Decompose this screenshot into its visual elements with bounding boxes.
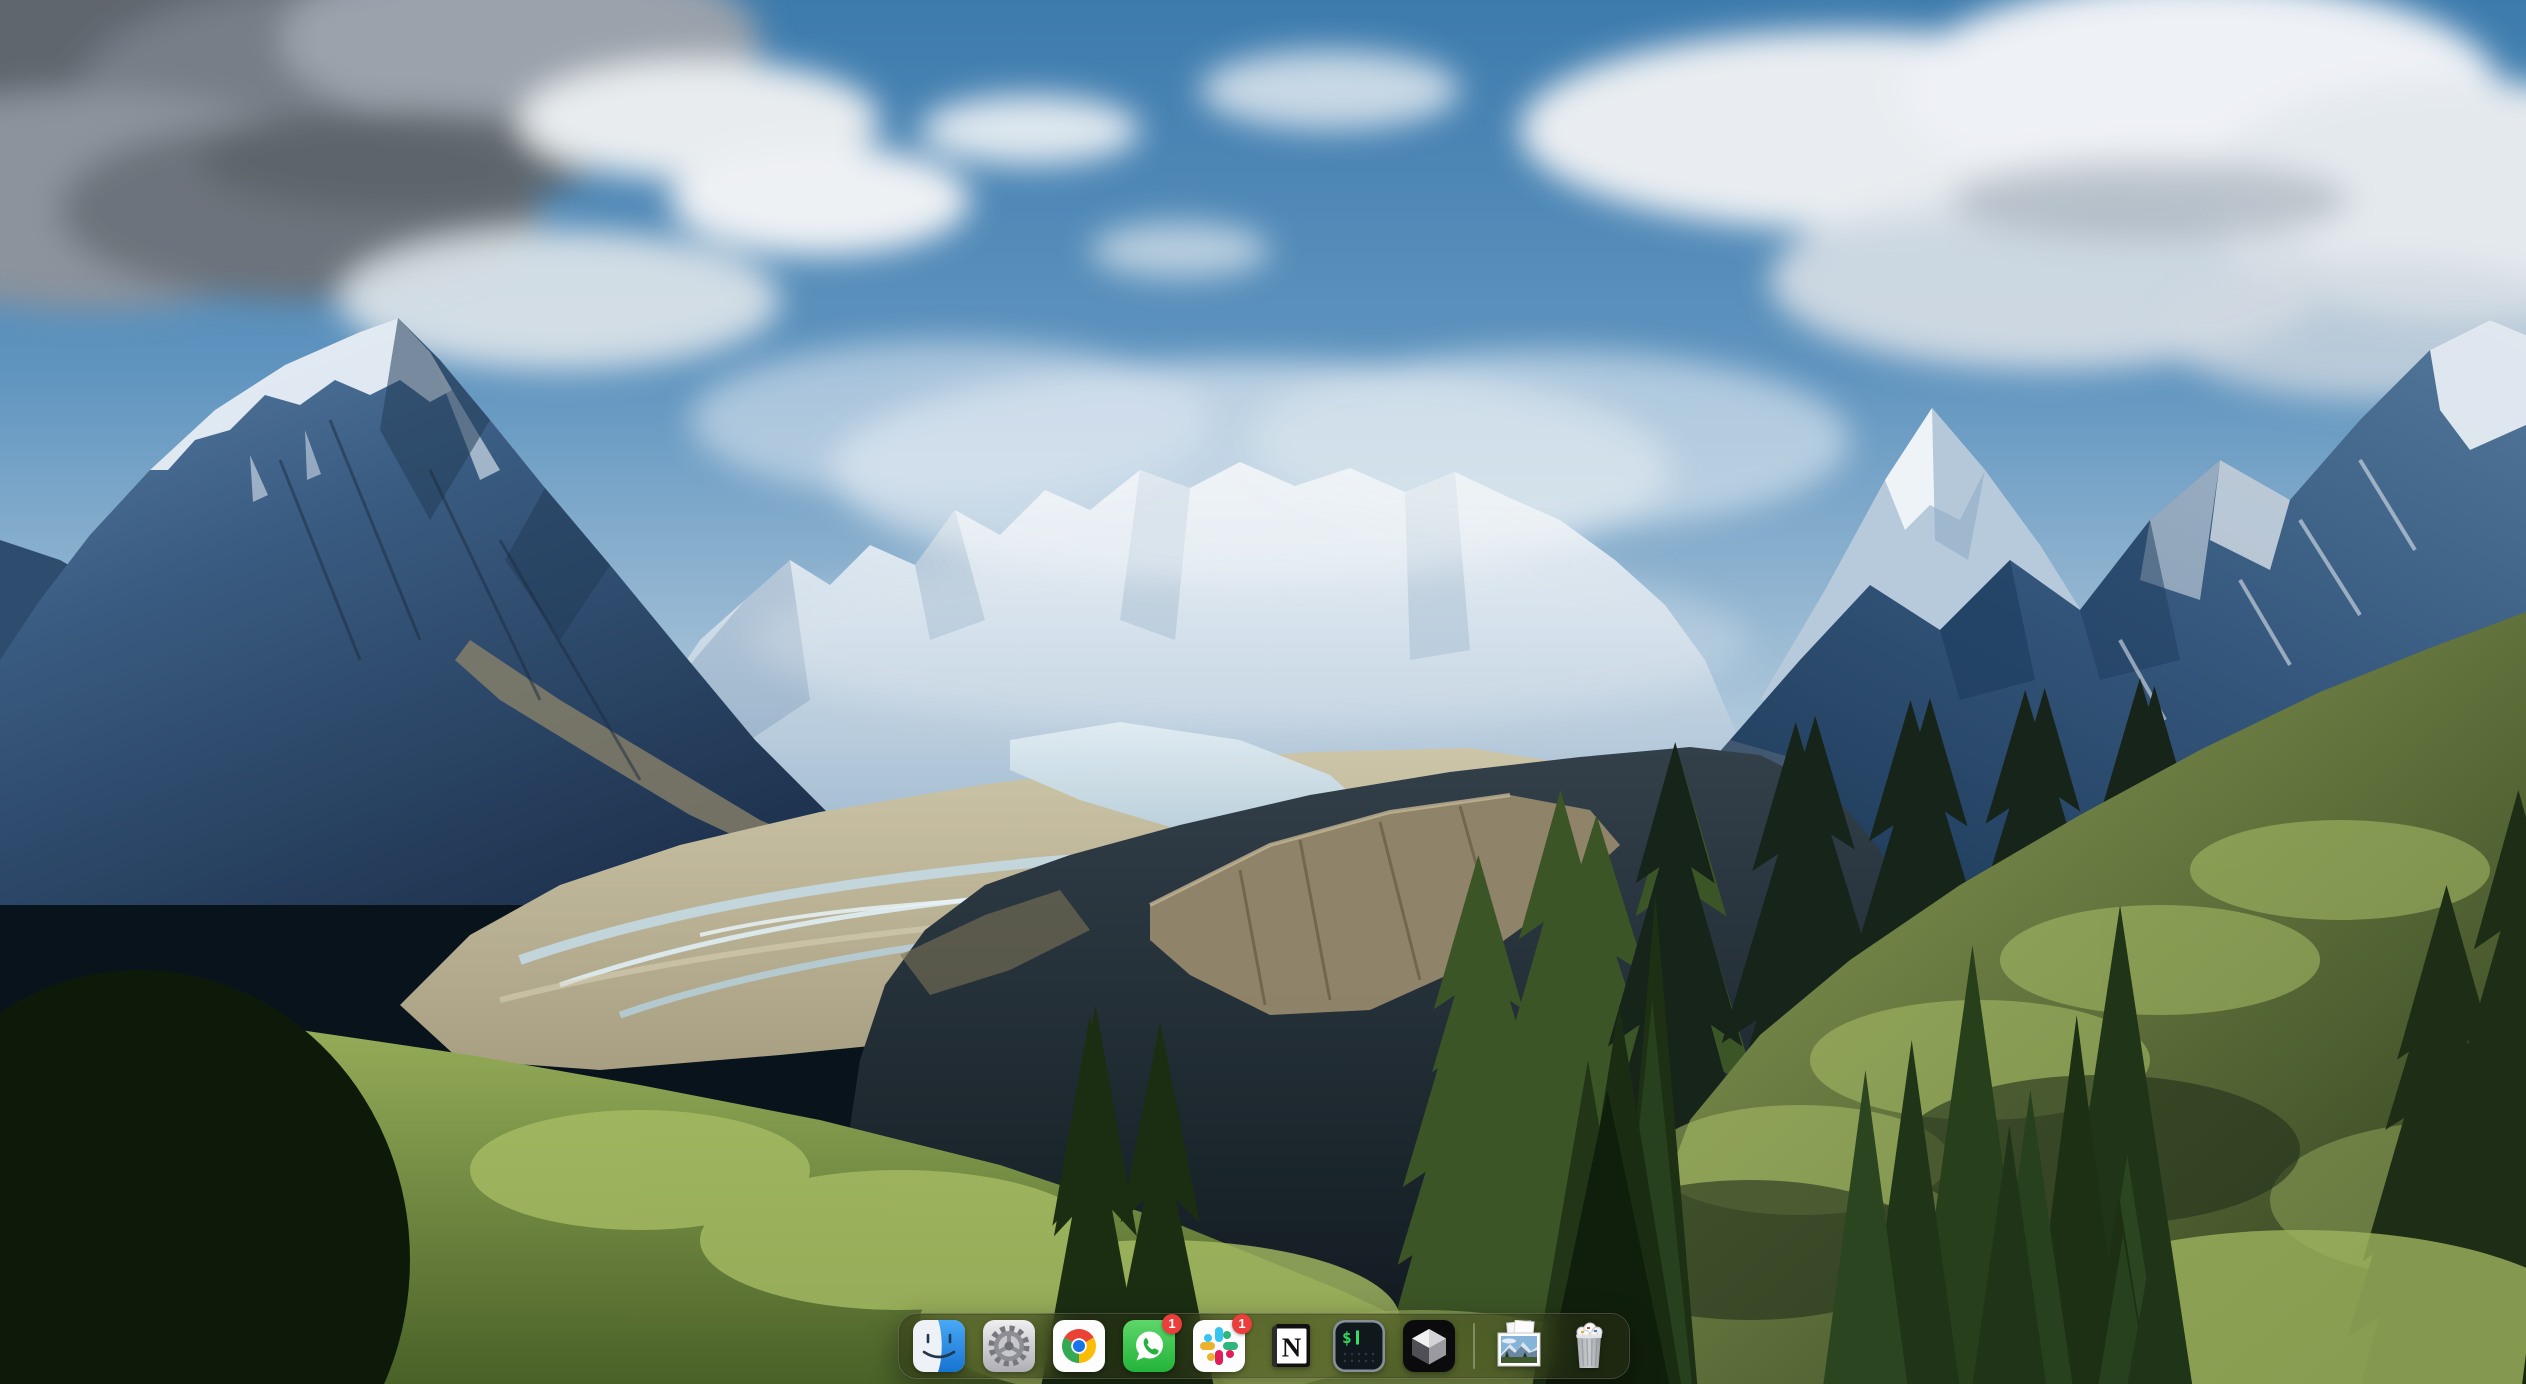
desktop-wallpaper — [0, 0, 2526, 1384]
dock-item-whatsapp[interactable]: 1 — [1123, 1320, 1175, 1372]
dock-item-slack[interactable]: 1 — [1193, 1320, 1245, 1372]
slack-badge: 1 — [1232, 1314, 1252, 1334]
cursor-cube-icon — [1403, 1320, 1455, 1372]
whatsapp-badge: 1 — [1162, 1314, 1182, 1334]
dock-item-trash[interactable] — [1563, 1320, 1615, 1372]
trash-full-icon — [1563, 1320, 1615, 1372]
photo-stack-icon — [1493, 1320, 1545, 1372]
dock-separator — [1473, 1323, 1475, 1369]
chrome-icon — [1053, 1320, 1105, 1372]
dock-item-terminal[interactable]: $ — [1333, 1320, 1385, 1372]
svg-text:N: N — [1282, 1333, 1302, 1363]
svg-text:$: $ — [1342, 1328, 1352, 1347]
terminal-icon: $ — [1333, 1320, 1385, 1372]
settings-gear-icon — [983, 1320, 1035, 1372]
notion-icon: N — [1263, 1320, 1315, 1372]
dock-item-chrome[interactable] — [1053, 1320, 1105, 1372]
finder-icon — [913, 1320, 965, 1372]
dock-item-system-settings[interactable] — [983, 1320, 1035, 1372]
dock-item-finder[interactable] — [913, 1320, 965, 1372]
dock: 1 1 N $ — [898, 1313, 1630, 1379]
dock-item-cursor[interactable] — [1403, 1320, 1455, 1372]
dock-item-downloads-stack[interactable] — [1493, 1320, 1545, 1372]
dock-item-notion[interactable]: N — [1263, 1320, 1315, 1372]
